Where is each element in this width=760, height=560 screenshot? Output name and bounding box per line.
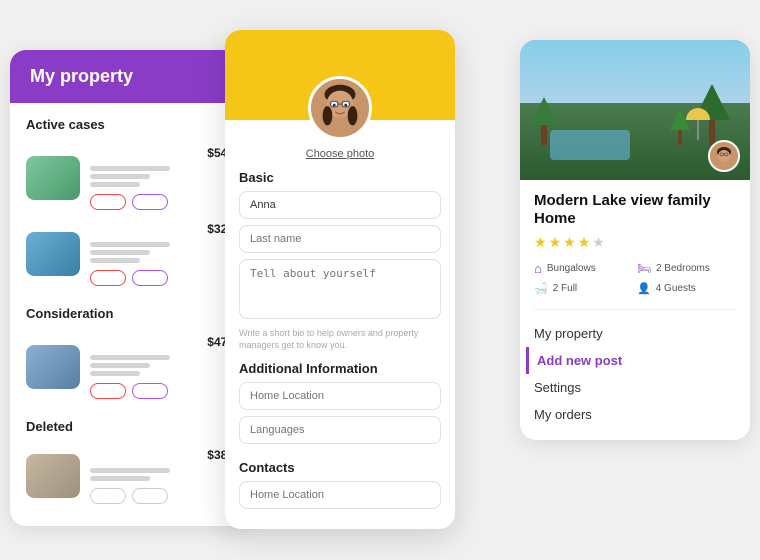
prop-btn-gray[interactable]: [90, 488, 126, 504]
property-price: $546: [90, 146, 234, 160]
prop-btn-red[interactable]: [90, 383, 126, 399]
property-thumbnail: [26, 232, 80, 276]
property-item: $380: [10, 442, 250, 510]
umbrella-icon: [686, 108, 710, 140]
name-input[interactable]: [239, 191, 441, 219]
prop-line: [90, 476, 150, 481]
profile-body: Choose photo Basic Write a short bio to …: [225, 148, 455, 529]
feature-bungalows: ⌂ Bungalows: [534, 261, 633, 276]
property-buttons: [90, 270, 234, 286]
property-title: Modern Lake view family Home: [534, 192, 736, 228]
feature-bedrooms: 🛏 2 Bedrooms: [637, 261, 736, 276]
property-lines: [90, 468, 234, 481]
prop-line: [90, 371, 140, 376]
profile-header: [225, 30, 455, 120]
property-item: $324: [10, 216, 250, 292]
property-thumbnail: [26, 454, 80, 498]
property-features: ⌂ Bungalows 🛏 2 Bedrooms 🛁 2 Full 👤 4 Gu…: [534, 261, 736, 295]
star-rating: ★ ★ ★ ★ ★: [534, 234, 736, 251]
bath-icon: 🛁: [534, 282, 548, 295]
home-location-input[interactable]: [239, 382, 441, 410]
prop-btn-red[interactable]: [90, 194, 126, 210]
languages-input[interactable]: [239, 416, 441, 444]
star-5: ★: [592, 234, 605, 251]
menu-item-settings[interactable]: Settings: [534, 374, 736, 401]
star-3: ★: [563, 234, 576, 251]
prop-line: [90, 468, 170, 473]
property-lines: [90, 355, 234, 376]
person-icon: 👤: [637, 282, 651, 295]
choose-photo-link[interactable]: Choose photo: [239, 148, 441, 160]
prop-line: [90, 182, 140, 187]
host-avatar: [708, 140, 740, 172]
property-buttons: [90, 383, 234, 399]
basic-section-label: Basic: [239, 170, 441, 185]
home-icon: ⌂: [534, 261, 542, 276]
prop-line: [90, 174, 150, 179]
bed-icon: 🛏: [637, 262, 651, 275]
right-card: Modern Lake view family Home ★ ★ ★ ★ ★ ⌂…: [520, 40, 750, 440]
avatar: [308, 76, 372, 140]
section-active-cases: Active cases: [26, 117, 234, 132]
prop-line: [90, 242, 170, 247]
property-item: $477: [10, 329, 250, 405]
prop-btn-purple[interactable]: [132, 383, 168, 399]
bio-hint: Write a short bio to help owners and pro…: [239, 328, 441, 351]
section-deleted: Deleted: [26, 419, 234, 434]
section-consideration: Consideration: [26, 306, 234, 321]
property-lines: [90, 166, 234, 187]
star-4: ★: [578, 234, 591, 251]
prop-btn-purple[interactable]: [132, 270, 168, 286]
menu-item-orders[interactable]: My orders: [534, 401, 736, 428]
prop-line: [90, 258, 140, 263]
feature-label: 2 Bedrooms: [656, 263, 710, 274]
property-thumbnail: [26, 345, 80, 389]
prop-line: [90, 166, 170, 171]
feature-bath: 🛁 2 Full: [534, 282, 633, 295]
tree-icon: [530, 97, 558, 145]
divider: [534, 309, 736, 310]
pool: [550, 130, 630, 160]
side-menu: My property Add new post Settings My ord…: [520, 320, 750, 440]
feature-label: 2 Full: [553, 283, 577, 294]
feature-label: Bungalows: [547, 263, 596, 274]
property-info: $477: [90, 335, 234, 399]
property-price: $477: [90, 335, 234, 349]
additional-section-label: Additional Information: [239, 361, 441, 376]
property-lines: [90, 242, 234, 263]
property-price: $380: [90, 448, 234, 462]
contacts-section-label: Contacts: [239, 460, 441, 475]
feature-guests: 👤 4 Guests: [637, 282, 736, 295]
property-info: $546: [90, 146, 234, 210]
last-name-input[interactable]: [239, 225, 441, 253]
menu-item-my-property[interactable]: My property: [534, 320, 736, 347]
left-card-title: My property: [30, 66, 230, 87]
bio-input[interactable]: [239, 259, 441, 319]
property-price: $324: [90, 222, 234, 236]
property-details: Modern Lake view family Home ★ ★ ★ ★ ★ ⌂…: [520, 180, 750, 299]
property-item: $546: [10, 140, 250, 216]
contacts-home-input[interactable]: [239, 481, 441, 509]
property-buttons: [90, 194, 234, 210]
prop-line: [90, 250, 150, 255]
star-2: ★: [549, 234, 562, 251]
property-image: [520, 40, 750, 180]
left-card-header: My property: [10, 50, 250, 103]
prop-btn-purple[interactable]: [132, 194, 168, 210]
star-1: ★: [534, 234, 547, 251]
property-buttons: [90, 488, 234, 504]
left-card: My property Active cases $546: [10, 50, 250, 526]
property-info: $380: [90, 448, 234, 504]
feature-label: 4 Guests: [656, 283, 696, 294]
prop-btn-red[interactable]: [90, 270, 126, 286]
property-info: $324: [90, 222, 234, 286]
middle-card: Choose photo Basic Write a short bio to …: [225, 30, 455, 529]
prop-line: [90, 363, 150, 368]
menu-item-add-post[interactable]: Add new post: [526, 347, 736, 374]
prop-line: [90, 355, 170, 360]
property-thumbnail: [26, 156, 80, 200]
prop-btn-gray2[interactable]: [132, 488, 168, 504]
